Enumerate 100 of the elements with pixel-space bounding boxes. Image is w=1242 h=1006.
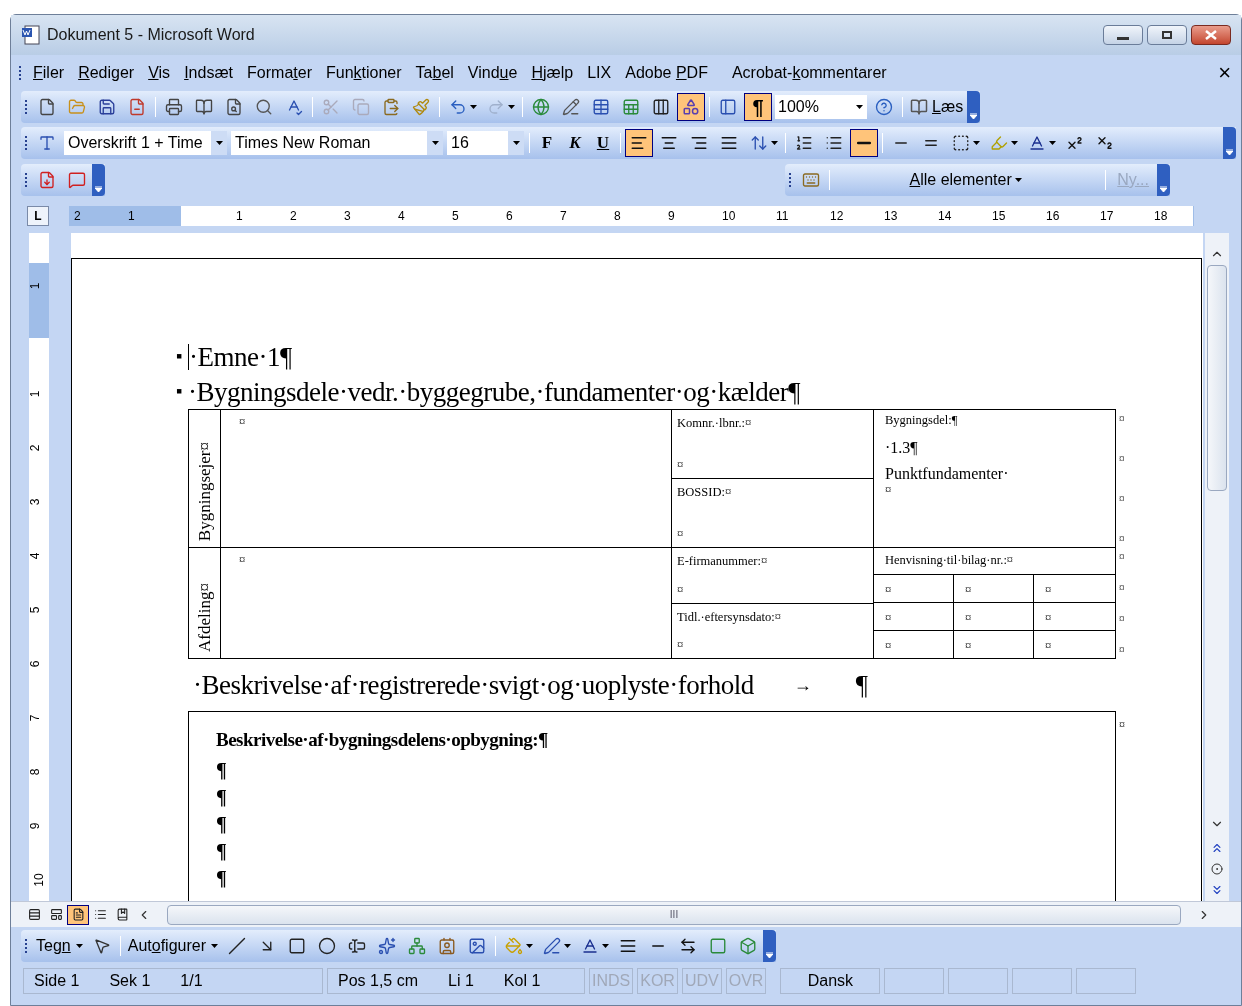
close-button[interactable] — [1191, 25, 1231, 45]
toolbar-options-button[interactable] — [763, 930, 776, 962]
columns-icon[interactable] — [652, 98, 670, 116]
font-color-icon[interactable] — [581, 937, 599, 955]
menu-item[interactable]: Formater — [240, 61, 319, 85]
caret-icon[interactable] — [771, 141, 778, 145]
book-icon[interactable] — [910, 98, 928, 116]
align-center-icon[interactable] — [660, 134, 678, 152]
print-preview-icon[interactable] — [225, 98, 243, 116]
table-icon[interactable] — [592, 98, 610, 116]
menu-item[interactable]: Acrobat-kommentarer — [724, 61, 894, 85]
align-right-icon[interactable] — [690, 134, 708, 152]
draw-menu-button[interactable]: Tegn — [32, 934, 75, 958]
undo-icon[interactable] — [449, 98, 467, 116]
chevron-icon[interactable] — [766, 952, 773, 958]
menu-item[interactable]: Indsæt — [177, 61, 241, 85]
menu-item[interactable]: LIX — [580, 61, 619, 85]
caret-icon[interactable] — [508, 105, 515, 109]
menu-item[interactable]: Rediger — [71, 61, 142, 85]
toolbar-grip-icon[interactable] — [25, 172, 28, 188]
justify-icon[interactable] — [720, 134, 738, 152]
show-dropdown[interactable]: Alle elementer — [909, 168, 1012, 192]
caret-icon[interactable] — [431, 141, 439, 145]
menu-item[interactable]: Vindue — [460, 61, 525, 85]
caret-icon[interactable] — [973, 141, 980, 145]
close-icon[interactable] — [1205, 30, 1217, 40]
font-field[interactable]: Times New Roman — [231, 131, 443, 155]
numbered-list-icon[interactable] — [795, 134, 813, 152]
toolbar-options-button[interactable] — [1223, 127, 1236, 159]
book-icon[interactable] — [195, 98, 213, 116]
chevron-icon[interactable] — [95, 186, 102, 192]
tab-selector[interactable]: L — [27, 206, 49, 226]
toolbar-grip-icon[interactable] — [789, 172, 792, 188]
close-document-button[interactable]: × — [1218, 62, 1231, 84]
restore-button[interactable] — [1147, 25, 1187, 45]
rectangle-icon[interactable] — [288, 937, 306, 955]
diagram-icon[interactable] — [408, 937, 426, 955]
paste-icon[interactable] — [382, 98, 400, 116]
restore-icon[interactable] — [1162, 31, 1172, 39]
fill-color-icon[interactable] — [505, 937, 523, 955]
bold-button[interactable]: F — [533, 130, 561, 156]
zoom-field[interactable]: 100% — [775, 95, 867, 119]
scroll-thumb[interactable] — [1207, 265, 1227, 491]
minimize-button[interactable] — [1103, 25, 1143, 45]
picture-icon[interactable] — [468, 937, 486, 955]
font-size-field[interactable]: 16 — [447, 131, 524, 155]
italic-button[interactable]: K — [561, 130, 589, 156]
caret-icon[interactable] — [75, 944, 83, 948]
toolbar-grip-icon[interactable] — [25, 99, 28, 115]
caret-icon[interactable] — [1014, 178, 1022, 182]
chevron-icon[interactable] — [1226, 149, 1233, 155]
line-color-icon[interactable] — [543, 937, 561, 955]
print-icon[interactable] — [165, 98, 183, 116]
toolbar-options-button[interactable] — [1157, 164, 1170, 196]
caret-icon[interactable] — [564, 944, 571, 948]
horizontal-ruler[interactable]: 2 1 1 2 3 4 5 6 7 8 9 10 11 12 13 14 15 16 17 18 — [69, 206, 1194, 226]
spreadsheet-icon[interactable] — [622, 98, 640, 116]
toolbar-grip-icon[interactable] — [19, 65, 22, 81]
caret-icon[interactable] — [211, 944, 218, 948]
line-style-icon[interactable] — [619, 937, 637, 955]
browse-object-icon[interactable] — [1211, 863, 1223, 875]
superscript-icon[interactable] — [1066, 134, 1084, 152]
menu-item[interactable]: Hjælp — [524, 61, 581, 85]
hyperlink-icon[interactable] — [532, 98, 550, 116]
line-spacing-icon[interactable] — [750, 134, 768, 152]
chevron-icon[interactable] — [970, 113, 978, 119]
shapes-icon[interactable] — [682, 98, 700, 116]
caret-icon[interactable] — [526, 944, 533, 948]
subscript-icon[interactable] — [1096, 134, 1114, 152]
read-button[interactable]: Læs — [906, 95, 968, 119]
text-box-icon[interactable] — [348, 937, 366, 955]
horizontal-scrollbar[interactable]: III — [167, 904, 1181, 925]
menu-item[interactable]: Vis — [141, 61, 178, 85]
styles-icon[interactable] — [38, 134, 56, 152]
toolbar-options-button[interactable] — [967, 91, 981, 123]
caret-icon[interactable] — [1049, 141, 1056, 145]
toolbar-grip-icon[interactable] — [25, 938, 28, 954]
pdf-icon[interactable] — [38, 171, 56, 189]
style-field[interactable]: Overskrift 1 + Time — [64, 131, 227, 155]
align-left-icon[interactable] — [630, 134, 648, 152]
vertical-scrollbar[interactable] — [1205, 233, 1229, 901]
toolbar-grip-icon[interactable] — [25, 135, 28, 151]
menu-item[interactable]: Adobe PDF — [618, 61, 715, 85]
menu-item[interactable]: Funktioner — [318, 61, 409, 85]
caret-icon[interactable] — [602, 944, 609, 948]
vertical-ruler[interactable]: 1 1 2 3 4 5 6 7 8 9 10 — [29, 233, 49, 901]
align-left-button[interactable] — [625, 129, 653, 157]
chevron-icon[interactable] — [1160, 186, 1167, 192]
arrow-style-icon[interactable] — [679, 937, 697, 955]
toolbar-options-button[interactable] — [92, 164, 105, 196]
save-icon[interactable] — [98, 98, 116, 116]
pointer-icon[interactable] — [92, 937, 111, 955]
caret-icon[interactable] — [1011, 141, 1018, 145]
pdf-comment-icon[interactable] — [68, 171, 86, 189]
underline-button[interactable]: U — [589, 130, 617, 156]
new-document-icon[interactable] — [38, 98, 56, 116]
bullet-list-icon[interactable] — [825, 134, 843, 152]
show-formatting-button[interactable]: ¶ — [744, 93, 772, 121]
menu-item[interactable]: Filer — [26, 61, 72, 85]
line-icon[interactable] — [228, 937, 246, 955]
